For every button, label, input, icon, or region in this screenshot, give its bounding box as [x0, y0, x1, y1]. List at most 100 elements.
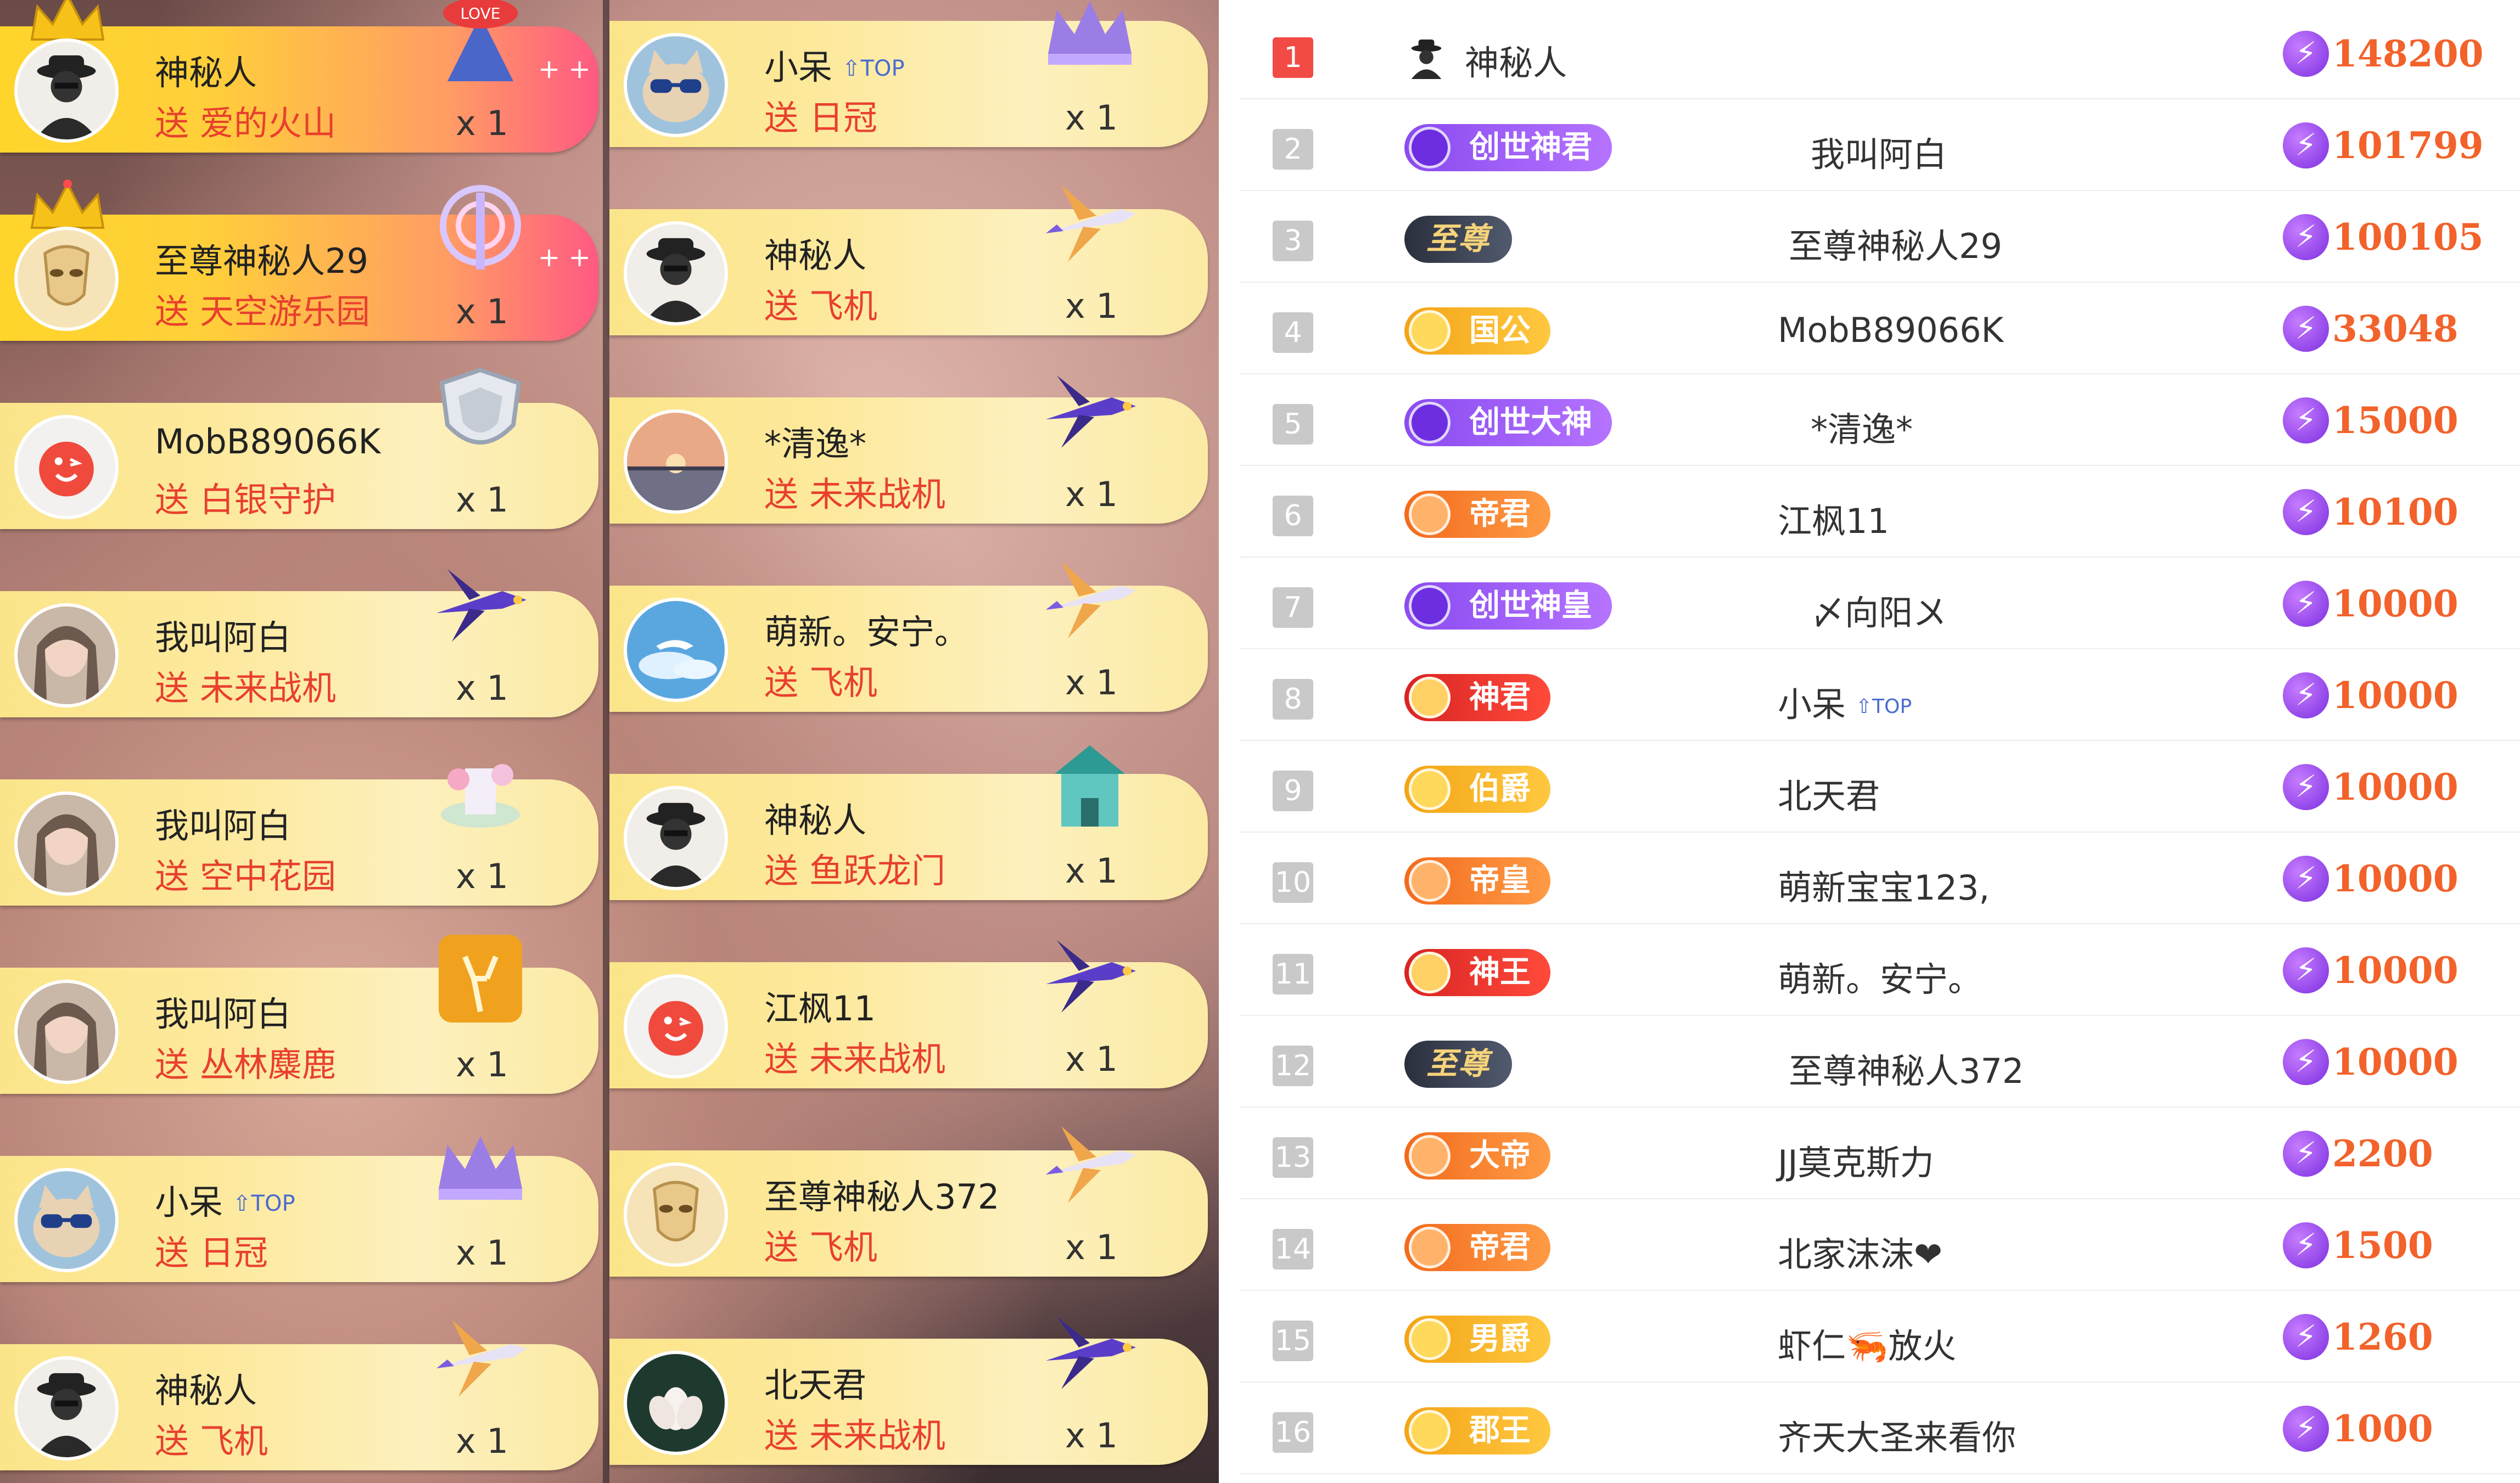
leaderboard-user-name[interactable]: 神秘人 — [1465, 35, 1567, 85]
gift-message-card[interactable]: 小呆 ⇧TOP 送日冠 x 1 — [0, 1136, 598, 1282]
sender-avatar[interactable] — [14, 415, 119, 519]
sender-avatar[interactable] — [624, 974, 728, 1078]
leaderboard-row[interactable]: 9 伯爵 北天君 ⚡ 10000 — [1240, 741, 2520, 833]
leaderboard-user-name[interactable]: 至尊神秘人372 — [1789, 1043, 2024, 1093]
sender-name[interactable]: 我叫阿白 — [155, 798, 291, 847]
sender-name[interactable]: 至尊神秘人29 — [155, 233, 368, 283]
leaderboard-row[interactable]: 1 神秘人 ⚡ 148200 — [1240, 8, 2520, 99]
sender-name[interactable]: 小呆 ⇧TOP — [764, 40, 905, 89]
gift-action: 送丛林麋鹿 — [155, 1037, 336, 1086]
gift-message-card[interactable]: 我叫阿白送未来战机 x 1 — [0, 569, 598, 717]
leaderboard-user-name[interactable]: MobB89066K — [1778, 310, 2003, 350]
sender-name[interactable]: *清逸* — [764, 416, 866, 465]
gift-message-card[interactable]: 小呆 ⇧TOP 送日冠 x 1 — [609, 1, 1208, 147]
leaderboard-row[interactable]: 2 创世神君 我叫阿白 ⚡ 101799 — [1240, 99, 2520, 191]
sun-crown-icon — [417, 1112, 544, 1222]
gift-name: 飞机 — [809, 1227, 878, 1267]
leaderboard-user-name[interactable]: 虾仁🦐放火 — [1778, 1318, 1956, 1368]
leaderboard-row[interactable]: 12 至尊 至尊神秘人372 ⚡ 10000 — [1240, 1016, 2520, 1108]
leaderboard-row[interactable]: 6 帝君 江枫11 ⚡ 10100 — [1240, 466, 2520, 558]
gift-message-card[interactable]: 萌新。安宁。送飞机 x 1 — [609, 561, 1208, 712]
contribution-leaderboard[interactable]: 1 神秘人 ⚡ 148200 2 创世神君 我叫阿白 ⚡ 101799 3 至尊 至尊神秘人29 ⚡ 10… — [1229, 0, 2520, 1483]
leaderboard-user-name[interactable]: 至尊神秘人29 — [1789, 218, 2002, 268]
sender-avatar[interactable] — [14, 1356, 119, 1460]
sender-avatar[interactable] — [624, 221, 728, 325]
level-medal-icon — [1409, 402, 1451, 443]
leaderboard-user-name[interactable]: 〆向阳〤 — [1811, 585, 1947, 634]
level-badge: 创世神皇 — [1404, 582, 1612, 630]
gift-name: 鱼跃龙门 — [809, 851, 946, 891]
sender-name[interactable]: 神秘人 — [155, 45, 257, 94]
sender-name[interactable]: 我叫阿白 — [155, 986, 291, 1036]
level-medal-icon — [1409, 860, 1451, 902]
leaderboard-row[interactable]: 8 神君 小呆 ⇧TOP ⚡ 10000 — [1240, 649, 2520, 741]
gift-message-card[interactable]: 我叫阿白送空中花园 x 1 — [0, 764, 598, 906]
sender-avatar[interactable] — [624, 598, 728, 702]
gift-count: x 1 — [1065, 662, 1118, 703]
gift-message-card[interactable]: 我叫阿白送丛林麋鹿 x 1 — [0, 935, 598, 1094]
gift-message-card[interactable]: 神秘人送鱼跃龙门 x 1 — [609, 745, 1208, 900]
leaderboard-row[interactable]: 16 郡王 齐天大圣来看你 ⚡ 1000 — [1240, 1383, 2520, 1474]
gift-verb: 送 — [155, 103, 189, 143]
level-badge-label: 帝君 — [1469, 496, 1531, 532]
leaderboard-row[interactable]: 14 帝君 北家沫沫❤ ⚡ 1500 — [1240, 1199, 2520, 1291]
gift-verb: 送 — [155, 856, 189, 896]
gift-name: 飞机 — [809, 286, 878, 326]
sender-avatar[interactable] — [624, 1162, 728, 1267]
level-badge: 郡王 — [1404, 1407, 1550, 1454]
leaderboard-user-name[interactable]: 萌新。安宁。 — [1778, 952, 1982, 1001]
gift-message-card[interactable]: 北天君送未来战机 x 1 — [609, 1317, 1208, 1465]
sender-name[interactable]: 萌新。安宁。 — [764, 604, 968, 654]
gift-message-card[interactable]: 江枫11 送未来战机 x 1 — [609, 940, 1208, 1088]
leaderboard-row[interactable]: 5 创世大神 *清逸* ⚡ 15000 — [1240, 374, 2520, 466]
sender-avatar[interactable] — [14, 980, 119, 1084]
sender-name[interactable]: 神秘人 — [764, 793, 866, 842]
sender-avatar[interactable] — [624, 409, 728, 514]
leaderboard-row[interactable]: 10 帝皇 萌新宝宝123, ⚡ 10000 — [1240, 833, 2520, 924]
sender-avatar[interactable] — [624, 33, 728, 137]
sender-name[interactable]: MobB89066K — [155, 422, 380, 462]
gift-message-card[interactable]: 神秘人送飞机 x 1 — [609, 185, 1208, 335]
sender-avatar[interactable] — [624, 786, 728, 890]
sender-name[interactable]: 至尊神秘人372 — [764, 1169, 999, 1218]
leaderboard-user-name[interactable]: 我叫阿白 — [1811, 127, 1947, 176]
leaderboard-row[interactable]: 11 神王 萌新。安宁。 ⚡ 10000 — [1240, 924, 2520, 1016]
sender-name[interactable]: 北天君 — [764, 1357, 866, 1407]
sender-name[interactable]: 我叫阿白 — [155, 610, 291, 659]
leaderboard-user-name[interactable]: 萌新宝宝123, — [1778, 860, 1990, 909]
sender-avatar[interactable] — [14, 603, 119, 707]
level-badge: 帝皇 — [1404, 857, 1550, 905]
leaderboard-user-name[interactable]: 江枫11 — [1778, 493, 1889, 543]
gift-message-card[interactable]: 至尊神秘人29 送天空游乐园 x 1 + + — [0, 179, 598, 341]
sender-name[interactable]: 小呆 ⇧TOP — [155, 1175, 295, 1224]
leaderboard-row[interactable]: 13 大帝 JJ莫克斯力 ⚡ 2200 — [1240, 1108, 2520, 1199]
leaderboard-user-name[interactable]: 北天君 — [1778, 768, 1880, 818]
sender-name[interactable]: 神秘人 — [764, 228, 866, 277]
gift-message-card[interactable]: 神秘人送爱的火山 x 1 LOVE + + — [0, 0, 598, 153]
sender-name[interactable]: 神秘人 — [155, 1363, 257, 1412]
leaderboard-user-name[interactable]: *清逸* — [1811, 402, 1913, 451]
leaderboard-user-name[interactable]: 北家沫沫❤ — [1778, 1227, 1942, 1276]
level-medal-icon — [1409, 1318, 1451, 1360]
sender-name[interactable]: 江枫11 — [764, 981, 876, 1030]
contribution-score: ⚡ 10000 — [2283, 581, 2459, 630]
user-name-text: 北天君 — [1778, 776, 1880, 816]
leaderboard-user-name[interactable]: 齐天大圣来看你 — [1778, 1410, 2016, 1459]
leaderboard-user-name[interactable]: JJ莫克斯力 — [1778, 1135, 1934, 1184]
sender-avatar[interactable] — [624, 1351, 728, 1455]
sender-avatar[interactable] — [14, 38, 119, 143]
gift-message-card[interactable]: 至尊神秘人372 送飞机 x 1 — [609, 1126, 1208, 1277]
sender-avatar[interactable] — [14, 227, 119, 331]
gift-message-card[interactable]: 神秘人送飞机 x 1 — [0, 1320, 598, 1470]
sender-avatar[interactable] — [14, 791, 119, 896]
leaderboard-row[interactable]: 4 国公 MobB89066K ⚡ 33048 — [1240, 283, 2520, 374]
leaderboard-user-name[interactable]: 小呆 ⇧TOP — [1778, 677, 1912, 726]
gift-action: 送天空游乐园 — [155, 284, 370, 333]
score-value: 15000 — [2332, 399, 2459, 442]
leaderboard-row[interactable]: 3 至尊 至尊神秘人29 ⚡ 100105 — [1240, 191, 2520, 283]
gift-message-card[interactable]: MobB89066K 送白银守护 x 1 — [0, 367, 598, 529]
leaderboard-row[interactable]: 7 创世神皇 〆向阳〤 ⚡ 10000 — [1240, 558, 2520, 649]
gift-message-card[interactable]: *清逸* 送未来战机 x 1 — [609, 375, 1208, 524]
sender-avatar[interactable] — [14, 1168, 119, 1272]
leaderboard-row[interactable]: 15 男爵 虾仁🦐放火 ⚡ 1260 — [1240, 1291, 2520, 1383]
